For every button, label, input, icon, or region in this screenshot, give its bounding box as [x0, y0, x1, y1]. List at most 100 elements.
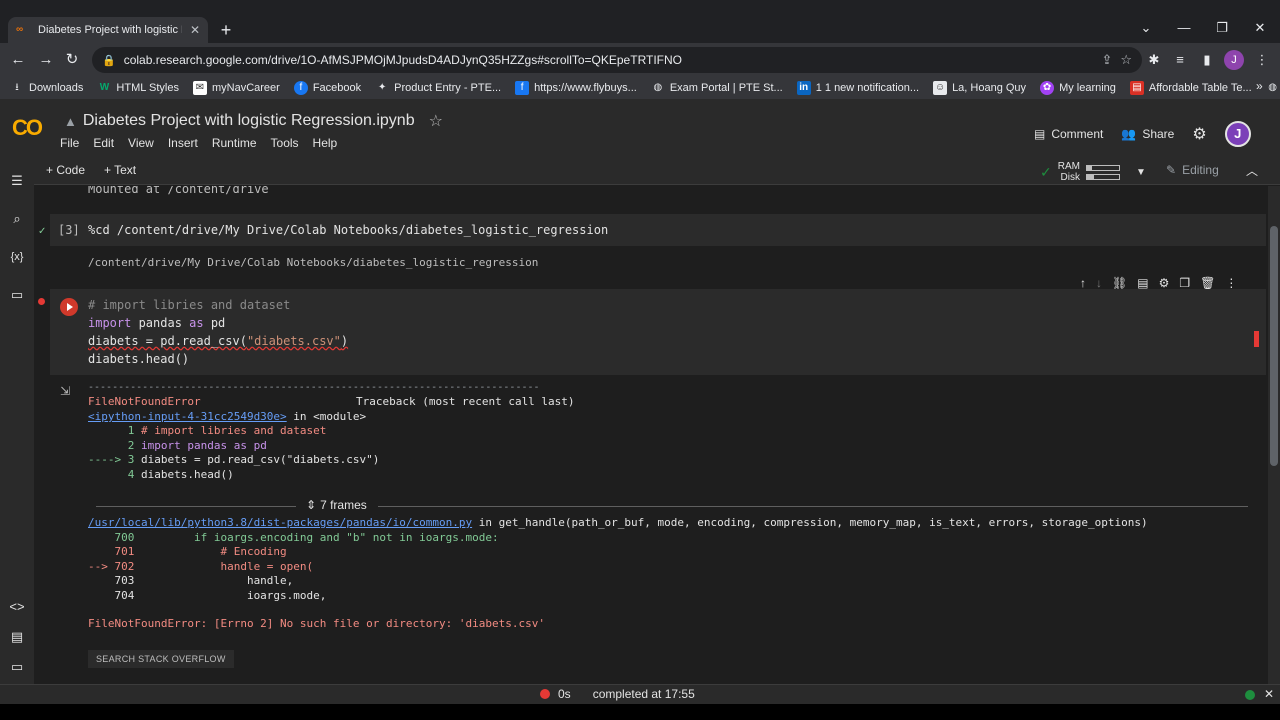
menu-insert[interactable]: Insert — [168, 136, 198, 150]
traceback-line: 700 if ioargs.encoding and "b" not in io… — [88, 531, 499, 544]
input-link[interactable]: <ipython-input-4-31cc2549d30e> — [88, 410, 287, 423]
keyword: import — [88, 316, 132, 330]
line-number: 2 — [88, 439, 141, 452]
command-palette-icon[interactable]: ▤ — [8, 628, 26, 646]
code-line: # import libries and dataset — [88, 298, 291, 312]
table-of-contents-icon[interactable]: ☰ — [8, 172, 26, 190]
notebook-toolbar: + Code + Text ✓ RAM Disk ▼ ✎ Editing ︿ — [0, 159, 1280, 185]
menu-runtime[interactable]: Runtime — [212, 136, 257, 150]
traceback-line: 701 # Encoding — [88, 545, 287, 558]
bookmark-label: La, Hoang Quy — [952, 82, 1027, 94]
menu-edit[interactable]: Edit — [93, 136, 114, 150]
variables-icon[interactable]: {x} — [8, 248, 26, 266]
bookmark-item[interactable]: ◍ — [1266, 81, 1280, 95]
code-cell[interactable]: # import libries and dataset import pand… — [50, 289, 1266, 375]
colab-favicon-icon: ∞ — [16, 24, 24, 35]
run-cell-icon[interactable] — [60, 298, 78, 316]
share-page-icon[interactable]: ⇪ — [1101, 52, 1112, 68]
menu-file[interactable]: File — [60, 136, 79, 150]
minimize-icon[interactable]: — — [1172, 16, 1196, 40]
bookmark-item[interactable]: in 1 1 new notification... — [796, 81, 919, 95]
table-icon: ▤ — [1129, 81, 1144, 95]
notebook-scrollbar[interactable] — [1268, 186, 1280, 684]
bookmark-item[interactable]: ◍ Exam Portal | PTE St... — [651, 81, 782, 95]
menu-help[interactable]: Help — [313, 136, 338, 150]
gmail-icon: ✉ — [192, 81, 207, 95]
delete-icon[interactable]: 🗑 — [1200, 276, 1215, 290]
traceback-line: 703 handle, — [88, 574, 294, 587]
cell-code[interactable]: %cd /content/drive/My Drive/Colab Notebo… — [88, 223, 608, 237]
bookmark-item[interactable]: W HTML Styles — [97, 81, 179, 95]
colab-logo[interactable]: CO — [12, 115, 43, 141]
comment-icon[interactable]: ▤ — [1137, 276, 1148, 290]
code-snippets-icon[interactable]: <> — [8, 598, 26, 616]
settings-gear-icon[interactable]: ⚙ — [1159, 276, 1170, 290]
disk-label: Disk — [1060, 172, 1080, 183]
bookmark-item[interactable]: ▤ Affordable Table Te... — [1129, 81, 1252, 95]
code-cell[interactable]: [3] %cd /content/drive/My Drive/Colab No… — [50, 214, 1266, 246]
bookmark-item[interactable]: ⭳ Downloads — [10, 81, 83, 95]
menu-tools[interactable]: Tools — [271, 136, 299, 150]
search-icon[interactable]: ⌕ — [8, 210, 26, 228]
bookmark-item[interactable]: ✦ Product Entry - PTE... — [375, 81, 501, 95]
resources-indicator[interactable]: ✓ RAM Disk ▼ — [1040, 161, 1146, 183]
bookmarks-overflow-icon[interactable]: » — [1256, 79, 1263, 93]
bookmark-item[interactable]: f https://www.flybuys... — [515, 81, 637, 95]
chevron-up-icon[interactable]: ︿ — [1246, 162, 1258, 179]
side-panel-icon[interactable]: ▮ — [1195, 48, 1219, 72]
bookmark-item[interactable]: f Facebook — [293, 81, 362, 95]
file-link[interactable]: /usr/local/lib/python3.8/dist-packages/p… — [88, 516, 472, 529]
chevron-down-icon[interactable]: ▼ — [1136, 167, 1146, 178]
add-text-button[interactable]: + Text — [104, 163, 136, 177]
back-icon[interactable]: ← — [6, 48, 30, 72]
new-tab-icon[interactable]: + — [216, 20, 236, 40]
bookmark-label: Downloads — [29, 82, 84, 94]
maximize-icon[interactable]: ❐ — [1210, 16, 1234, 40]
browser-profile-avatar[interactable]: J — [1224, 50, 1244, 70]
browser-menu-icon[interactable]: ⋮ — [1250, 48, 1274, 72]
output-actions-icon[interactable]: ⇲ — [60, 384, 70, 398]
expand-frames-button[interactable]: ⇕ 7 frames — [306, 498, 367, 512]
link-icon[interactable]: ⛓ — [1112, 276, 1127, 290]
media-icon[interactable]: ≡ — [1168, 48, 1192, 72]
editing-mode-button[interactable]: ✎ Editing — [1166, 163, 1219, 177]
extensions-icon[interactable]: ✱ — [1142, 48, 1166, 72]
settings-gear-icon[interactable]: ⚙ — [1192, 124, 1206, 144]
add-code-button[interactable]: + Code — [46, 163, 85, 177]
bookmark-star-icon[interactable]: ☆ — [1120, 52, 1132, 68]
code-line: import pandas as pd — [88, 316, 225, 330]
comment-button[interactable]: ▤ Comment — [1034, 127, 1103, 141]
tab-close-icon[interactable]: ✕ — [190, 23, 200, 37]
colab-header: CO ▲ Diabetes Project with logistic Regr… — [0, 99, 1280, 159]
more-icon[interactable]: ⋮ — [1225, 276, 1237, 290]
terminal-icon[interactable]: ▭ — [8, 658, 26, 676]
reload-icon[interactable]: ↻ — [60, 48, 84, 72]
notebook-title[interactable]: Diabetes Project with logistic Regressio… — [83, 112, 415, 130]
menu-view[interactable]: View — [128, 136, 154, 150]
line-number: ----> 3 — [88, 453, 141, 466]
move-down-icon[interactable]: ↓ — [1096, 276, 1102, 290]
scrollbar-thumb[interactable] — [1270, 226, 1278, 466]
window-close-icon[interactable]: ✕ — [1248, 16, 1272, 40]
frames-divider — [96, 506, 296, 507]
address-bar[interactable]: 🔒 colab.research.google.com/drive/1O-AfM… — [92, 47, 1142, 73]
drive-icon: ▲ — [64, 113, 77, 129]
bookmark-item[interactable]: ☺ La, Hoang Quy — [933, 81, 1026, 95]
move-up-icon[interactable]: ↑ — [1080, 276, 1086, 290]
bookmark-label: Facebook — [312, 82, 362, 94]
account-avatar[interactable]: J — [1224, 121, 1251, 147]
linkedin-icon: in — [796, 81, 811, 95]
bookmark-item[interactable]: ✉ myNavCareer — [192, 81, 280, 95]
execution-status[interactable]: 0s completed at 17:55 — [540, 687, 695, 701]
forward-icon[interactable]: → — [34, 48, 58, 72]
tab-search-icon[interactable]: ⌄ — [1134, 16, 1158, 40]
folder-icon[interactable]: ▭ — [8, 286, 26, 304]
browser-tab[interactable]: ∞ Diabetes Project with logistic Re... ✕ — [8, 17, 208, 43]
mirror-cell-icon[interactable]: ❐ — [1179, 276, 1190, 290]
token: pandas — [131, 316, 190, 330]
share-button[interactable]: 👥 Share — [1121, 127, 1174, 141]
search-stack-overflow-button[interactable]: SEARCH STACK OVERFLOW — [88, 650, 234, 668]
close-status-icon[interactable]: ✕ — [1264, 687, 1274, 701]
star-icon[interactable]: ☆ — [429, 111, 443, 131]
bookmark-item[interactable]: ✿ My learning — [1040, 81, 1116, 95]
